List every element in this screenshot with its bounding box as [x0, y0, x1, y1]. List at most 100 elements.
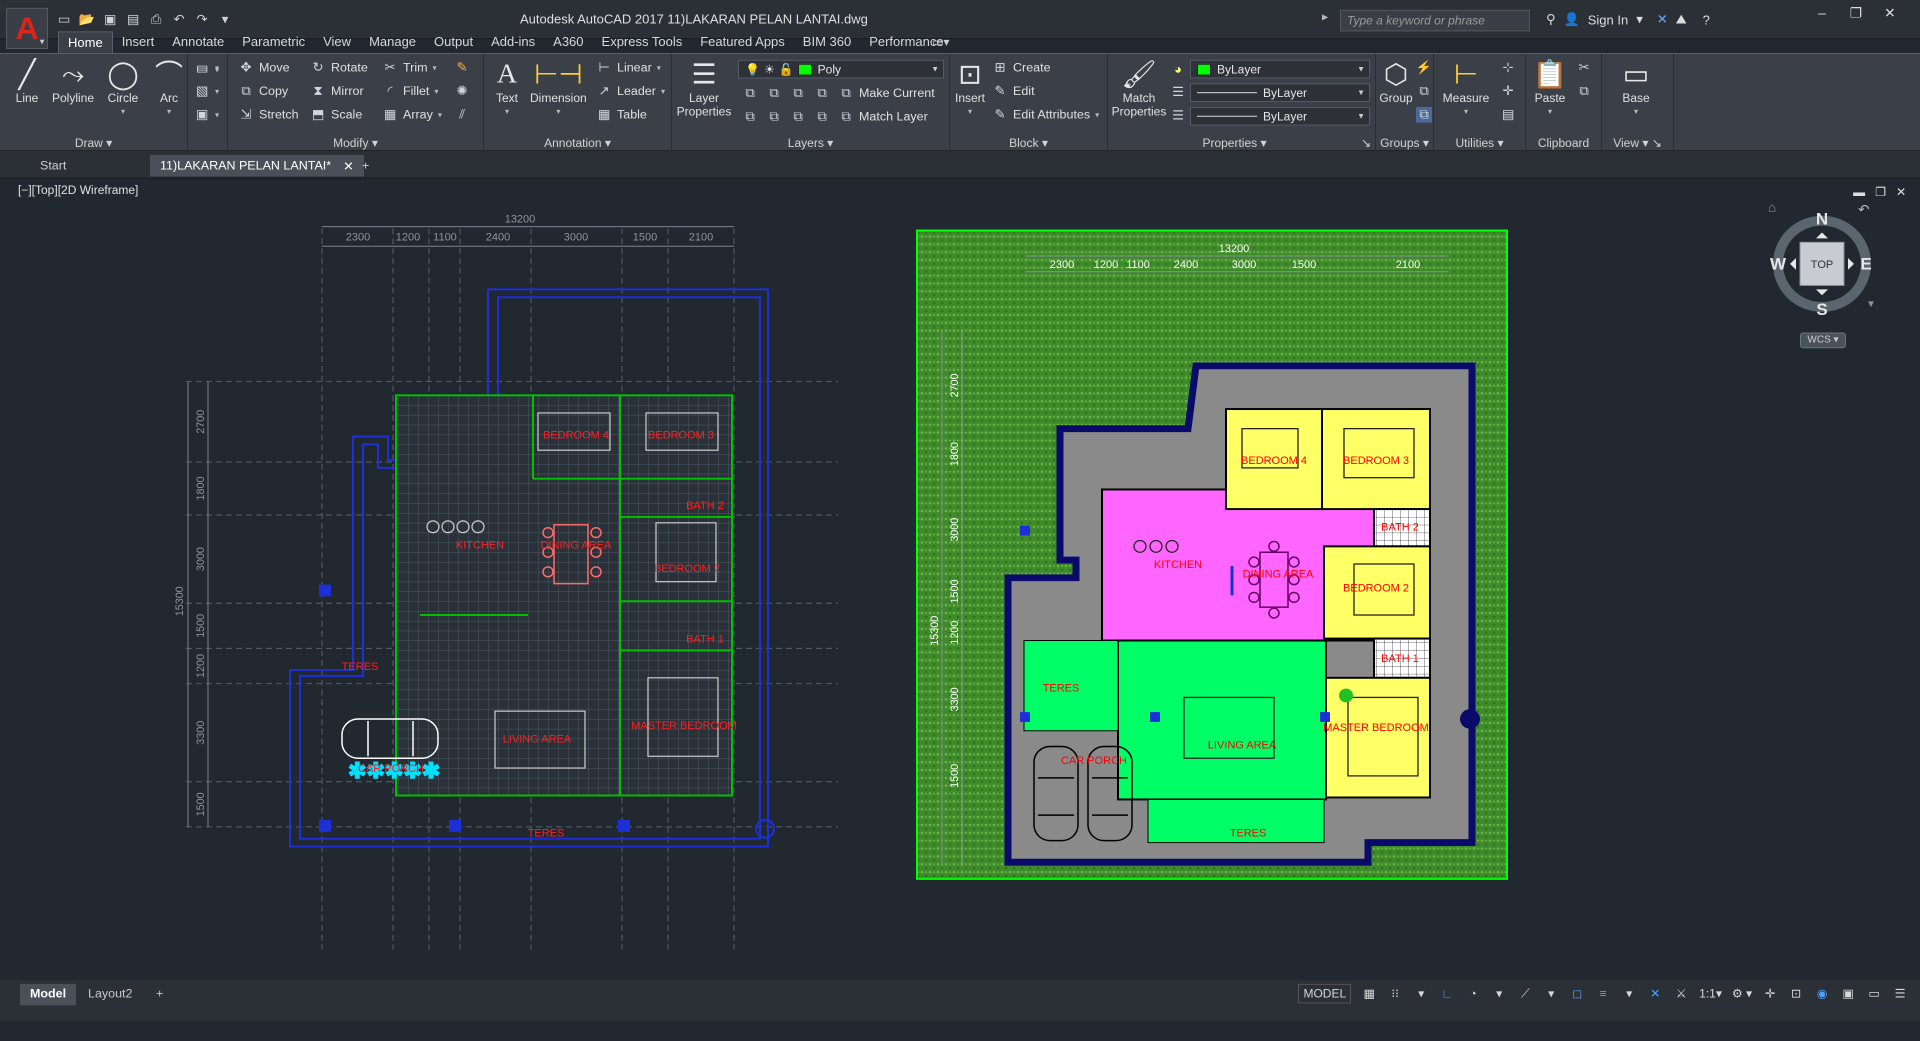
layer-dropdown[interactable]: 💡 ☀ 🔓 Poly ▼ [738, 59, 944, 79]
a360-icon[interactable]: ⛰ [1676, 12, 1687, 28]
grid-icon[interactable]: ▦ [1361, 984, 1377, 1004]
layer-lock-icon[interactable]: ⧉ [814, 85, 830, 101]
move-button[interactable]: ✥ Move [238, 60, 290, 76]
ribbon-tab-a360[interactable]: A360 [544, 31, 592, 53]
snap-icon[interactable]: ⁝⁝ [1387, 984, 1403, 1004]
undo-icon[interactable]: ↶ [169, 10, 189, 30]
minimize-icon[interactable]: – [1810, 4, 1834, 22]
match-layer-button[interactable]: ⧉ Match Layer [838, 109, 927, 125]
isodraft-icon[interactable]: ⟋ [1517, 984, 1533, 1004]
quick-calc-icon[interactable]: ⊹ [1500, 60, 1516, 76]
annotation-panel-title[interactable]: Annotation ▾ [484, 136, 671, 150]
viewcube[interactable]: TOP N S E W ⌂ ↶ ▼ WCS ▾ [1762, 199, 1882, 371]
id-point-icon[interactable]: ✛ [1500, 83, 1516, 99]
rectangle-button[interactable]: ▭ ▾ [194, 60, 219, 76]
polyline-button[interactable]: ⤳ Polyline [52, 58, 94, 105]
object-snap-tracking-icon[interactable]: ▾ [1543, 984, 1559, 1004]
dimension-button[interactable]: ⊢⊣ Dimension ▾ [530, 58, 587, 119]
ortho-icon[interactable]: ∟ [1439, 984, 1455, 1004]
customization-menu-icon[interactable]: ☰ [1892, 984, 1908, 1004]
trim-button[interactable]: ✂ Trim ▾ [382, 60, 437, 76]
polar-dropdown-icon[interactable]: ▾ [1491, 984, 1507, 1004]
explode-button[interactable]: ✺ [454, 83, 470, 99]
binoculars-icon[interactable]: ⚲ [1546, 12, 1556, 28]
layer-on-icon[interactable]: ⧉ [742, 109, 758, 125]
hardware-acceleration-icon[interactable]: ▣ [1840, 984, 1856, 1004]
view-panel-title[interactable]: View ▾ ↘ [1602, 136, 1673, 150]
hatch-button[interactable]: ▧ ▾ [194, 83, 219, 99]
polar-icon[interactable]: ◔ [1465, 984, 1481, 1004]
group-select-icon[interactable]: ⧉ [1416, 106, 1432, 123]
save-icon[interactable]: ▣ [100, 10, 120, 30]
search-input[interactable]: Type a keyword or phrase [1340, 9, 1530, 32]
layout2-tab[interactable]: Layout2 [78, 984, 142, 1006]
arc-button[interactable]: ⌒ Arc ▾ [152, 58, 186, 119]
ungroup-icon[interactable]: ⚡ [1416, 60, 1432, 76]
ribbon-tab-bim-360[interactable]: BIM 360 [794, 31, 860, 53]
layers-panel-title[interactable]: Layers ▾ [672, 136, 949, 150]
ribbon-tab-home[interactable]: Home [58, 31, 113, 53]
isolate-objects-icon[interactable]: ◉ [1814, 984, 1830, 1004]
match-properties-button[interactable]: 🖌 Match Properties [1110, 58, 1168, 118]
rotate-button[interactable]: ↻ Rotate [310, 60, 368, 76]
sign-in-dropdown-icon[interactable]: ▾ [1636, 12, 1643, 28]
annotation-visibility-icon[interactable]: ⚔ [1673, 984, 1689, 1004]
circle-button[interactable]: ◯ Circle ▾ [106, 58, 140, 119]
layer-freeze-icon[interactable]: ⧉ [790, 85, 806, 101]
osnap-dropdown-icon[interactable]: ▾ [1621, 984, 1637, 1004]
text-button[interactable]: A Text ▾ [490, 58, 524, 119]
stretch-button[interactable]: ⇲ Stretch [238, 107, 299, 123]
home-icon[interactable]: ⌂ [1768, 199, 1776, 215]
erase-button[interactable]: ✎ [454, 60, 470, 76]
measure-button[interactable]: ⊢ Measure ▾ [1438, 58, 1494, 119]
new-tab-button[interactable]: + [352, 155, 379, 177]
ribbon-tab-view[interactable]: View [314, 31, 360, 53]
help-button[interactable]: ? [1703, 12, 1710, 27]
qat-dropdown-icon[interactable]: ▾ [215, 10, 235, 30]
clean-screen-icon[interactable]: ▭ [1866, 984, 1882, 1004]
copy-button[interactable]: ⧉ Copy [238, 83, 288, 99]
print-icon[interactable]: ⎙ [146, 10, 166, 30]
line-button[interactable]: ╱ Line [10, 58, 44, 105]
scale-button[interactable]: ⬒ Scale [310, 107, 362, 123]
base-button[interactable]: ▭ Base ▾ [1616, 58, 1656, 119]
properties-panel-title[interactable]: Properties ▾ ↘ [1108, 136, 1375, 150]
redo-icon[interactable]: ↷ [192, 10, 212, 30]
workspace-gear-icon[interactable]: ⚙ ▾ [1732, 984, 1752, 1004]
ribbon-tab-parametric[interactable]: Parametric [233, 31, 314, 53]
insert-button[interactable]: ⊡ Insert ▾ [950, 58, 990, 119]
new-icon[interactable]: ▭ [54, 10, 74, 30]
cut-icon[interactable]: ✂ [1576, 60, 1592, 76]
utilities-panel-title[interactable]: Utilities ▾ [1434, 136, 1525, 150]
model-space-button[interactable]: MODEL [1298, 983, 1352, 1004]
app-menu-button[interactable]: A ▾ [6, 7, 48, 50]
draw-panel-title[interactable]: Draw ▾ [0, 136, 187, 150]
table-button[interactable]: ▦ Table [596, 107, 647, 123]
group-edit-icon[interactable]: ⧉ [1416, 83, 1432, 99]
copy-clip-icon[interactable]: ⧉ [1576, 83, 1592, 99]
ribbon-tab-manage[interactable]: Manage [360, 31, 425, 53]
lineweight-toggle-icon[interactable]: ≡ [1595, 984, 1611, 1004]
object-snap-icon[interactable]: ◻ [1569, 984, 1585, 1004]
search-expand-icon[interactable]: ▸ [1322, 10, 1328, 24]
calculator-icon[interactable]: ▤ [1500, 107, 1516, 123]
model-tab[interactable]: Model [20, 983, 77, 1006]
drawing-tab[interactable]: 11)LAKARAN PELAN LANTAI* ✕ [150, 154, 364, 177]
snap-dropdown-icon[interactable]: ▾ [1413, 984, 1429, 1004]
start-tab[interactable]: Start [30, 155, 126, 177]
groups-panel-title[interactable]: Groups ▾ [1376, 136, 1433, 150]
ribbon-extra-icon[interactable]: ▭▾ [932, 35, 949, 49]
viewcube-menu-icon[interactable]: ▼ [1866, 299, 1876, 310]
ribbon-tab-featured-apps[interactable]: Featured Apps [691, 31, 794, 53]
units-icon[interactable]: ⊡ [1788, 984, 1804, 1004]
fillet-button[interactable]: ◜ Fillet ▾ [382, 83, 438, 99]
linear-button[interactable]: ⊢ Linear ▾ [596, 60, 660, 76]
group-button[interactable]: ⬡ Group [1378, 58, 1414, 105]
selection-cycling-icon[interactable]: ✕ [1647, 984, 1663, 1004]
modify-panel-title[interactable]: Modify ▾ [228, 136, 483, 150]
create-block-button[interactable]: ⊞ Create [992, 60, 1051, 76]
save-as-icon[interactable]: ▤ [123, 10, 143, 30]
layer-properties-button[interactable]: ☰ Layer Properties [676, 58, 732, 118]
ribbon-tab-add-ins[interactable]: Add-ins [482, 31, 544, 53]
edit-block-button[interactable]: ✎ Edit [992, 83, 1035, 99]
